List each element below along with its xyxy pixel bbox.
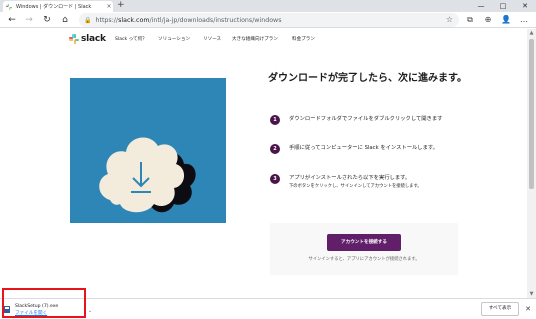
- step-text: アプリがインストールされたら以下を実行します。 下のボタンをクリックし、サインイ…: [289, 174, 459, 190]
- lock-icon: 🔒: [84, 16, 92, 24]
- signin-note: サインインすると、アプリにアカウントが接続されます。: [308, 257, 420, 262]
- step-number-badge: 1: [270, 115, 280, 125]
- nav-link-solutions[interactable]: ソリューション: [158, 36, 190, 42]
- tab-title: Windows | ダウンロード | Slack: [16, 4, 92, 10]
- profile-icon[interactable]: 👤: [499, 13, 513, 27]
- download-menu-chevron-icon[interactable]: ⌄: [88, 308, 92, 314]
- new-tab-button[interactable]: +: [117, 0, 125, 11]
- scroll-up-icon[interactable]: ▲: [527, 29, 536, 37]
- page-heading: ダウンロードが完了したら、次に進みます。: [268, 73, 467, 84]
- minimize-button[interactable]: —: [470, 0, 492, 12]
- close-window-button[interactable]: ✕: [514, 0, 536, 12]
- favorite-star-icon[interactable]: ☆: [446, 13, 453, 27]
- nav-link-resources[interactable]: リソース: [203, 36, 221, 42]
- page-scrollbar[interactable]: ▲ ▼: [527, 29, 536, 298]
- highlight-box: [2, 288, 86, 318]
- logo-wordmark: slack: [81, 34, 106, 44]
- extensions-icon[interactable]: ⊕: [481, 13, 495, 27]
- slack-favicon-icon: [6, 3, 12, 10]
- collections-icon[interactable]: ⧉: [463, 13, 477, 27]
- download-illustration: [70, 78, 226, 223]
- close-download-bar-icon[interactable]: ✕: [523, 302, 533, 316]
- step-number-badge: 2: [270, 144, 280, 154]
- address-bar[interactable]: 🔒 https://slack.com/intl/ja-jp/downloads…: [79, 13, 459, 27]
- page-viewport: slack Slack って何？ ソリューション リソース 大きな組織向けプラン…: [0, 29, 527, 298]
- step-main-text: アプリがインストールされたら以下を実行します。: [289, 175, 411, 181]
- slack-logo[interactable]: slack: [69, 34, 106, 44]
- url-text: https://slack.com/intl/ja-jp/downloads/i…: [95, 16, 282, 24]
- forward-icon[interactable]: →: [22, 13, 36, 27]
- reload-icon[interactable]: ↻: [40, 13, 54, 27]
- cloud-download-icon: [99, 137, 196, 213]
- browser-tab[interactable]: Windows | ダウンロード | Slack ×: [3, 1, 113, 12]
- tab-bar: Windows | ダウンロード | Slack × + — □ ✕: [0, 0, 536, 12]
- step-sub-text: 下のボタンをクリックし、サインインしてアカウントを接続します。: [289, 183, 422, 189]
- nav-link-pricing[interactable]: 料金プラン: [292, 36, 315, 42]
- signin-panel: アカウントを接続する サインインすると、アプリにアカウントが接続されます。: [270, 223, 458, 275]
- maximize-button[interactable]: □: [492, 0, 514, 12]
- show-all-downloads-button[interactable]: すべて表示: [481, 302, 519, 316]
- nav-link-enterprise[interactable]: 大きな組織向けプラン: [232, 36, 278, 42]
- tab-close-icon[interactable]: ×: [105, 3, 113, 10]
- site-nav: slack Slack って何？ ソリューション リソース 大きな組織向けプラン…: [0, 29, 527, 51]
- nav-link-what-is-slack[interactable]: Slack って何？: [115, 36, 147, 42]
- home-icon[interactable]: ⌂: [58, 13, 72, 27]
- browser-toolbar: ← → ↻ ⌂ 🔒 https://slack.com/intl/ja-jp/d…: [0, 12, 536, 28]
- scroll-thumb[interactable]: [529, 39, 534, 189]
- step-text: 手順に従ってコンピューターに Slack をインストールします。: [289, 145, 438, 151]
- more-menu-icon[interactable]: …: [517, 13, 531, 27]
- step-text: ダウンロードフォルダでファイルをダブルクリックして開きます: [289, 116, 443, 122]
- connect-account-button[interactable]: アカウントを接続する: [327, 234, 401, 251]
- scroll-down-icon[interactable]: ▼: [527, 290, 536, 298]
- slack-logo-icon: [69, 34, 79, 44]
- back-icon[interactable]: ←: [5, 13, 19, 27]
- step-number-badge: 3: [270, 174, 280, 184]
